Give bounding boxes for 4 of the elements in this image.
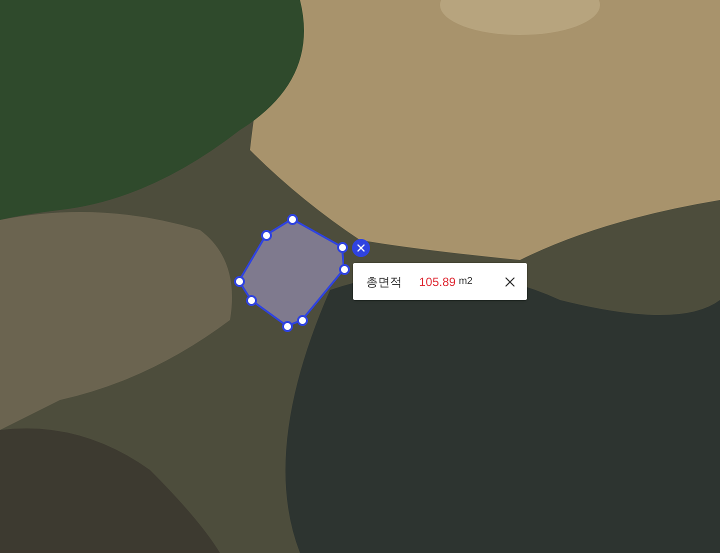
area-label: 총면적 — [366, 274, 402, 290]
area-value: 105.89 — [419, 274, 456, 290]
area-unit: m2 — [458, 275, 473, 289]
close-icon — [355, 242, 367, 254]
